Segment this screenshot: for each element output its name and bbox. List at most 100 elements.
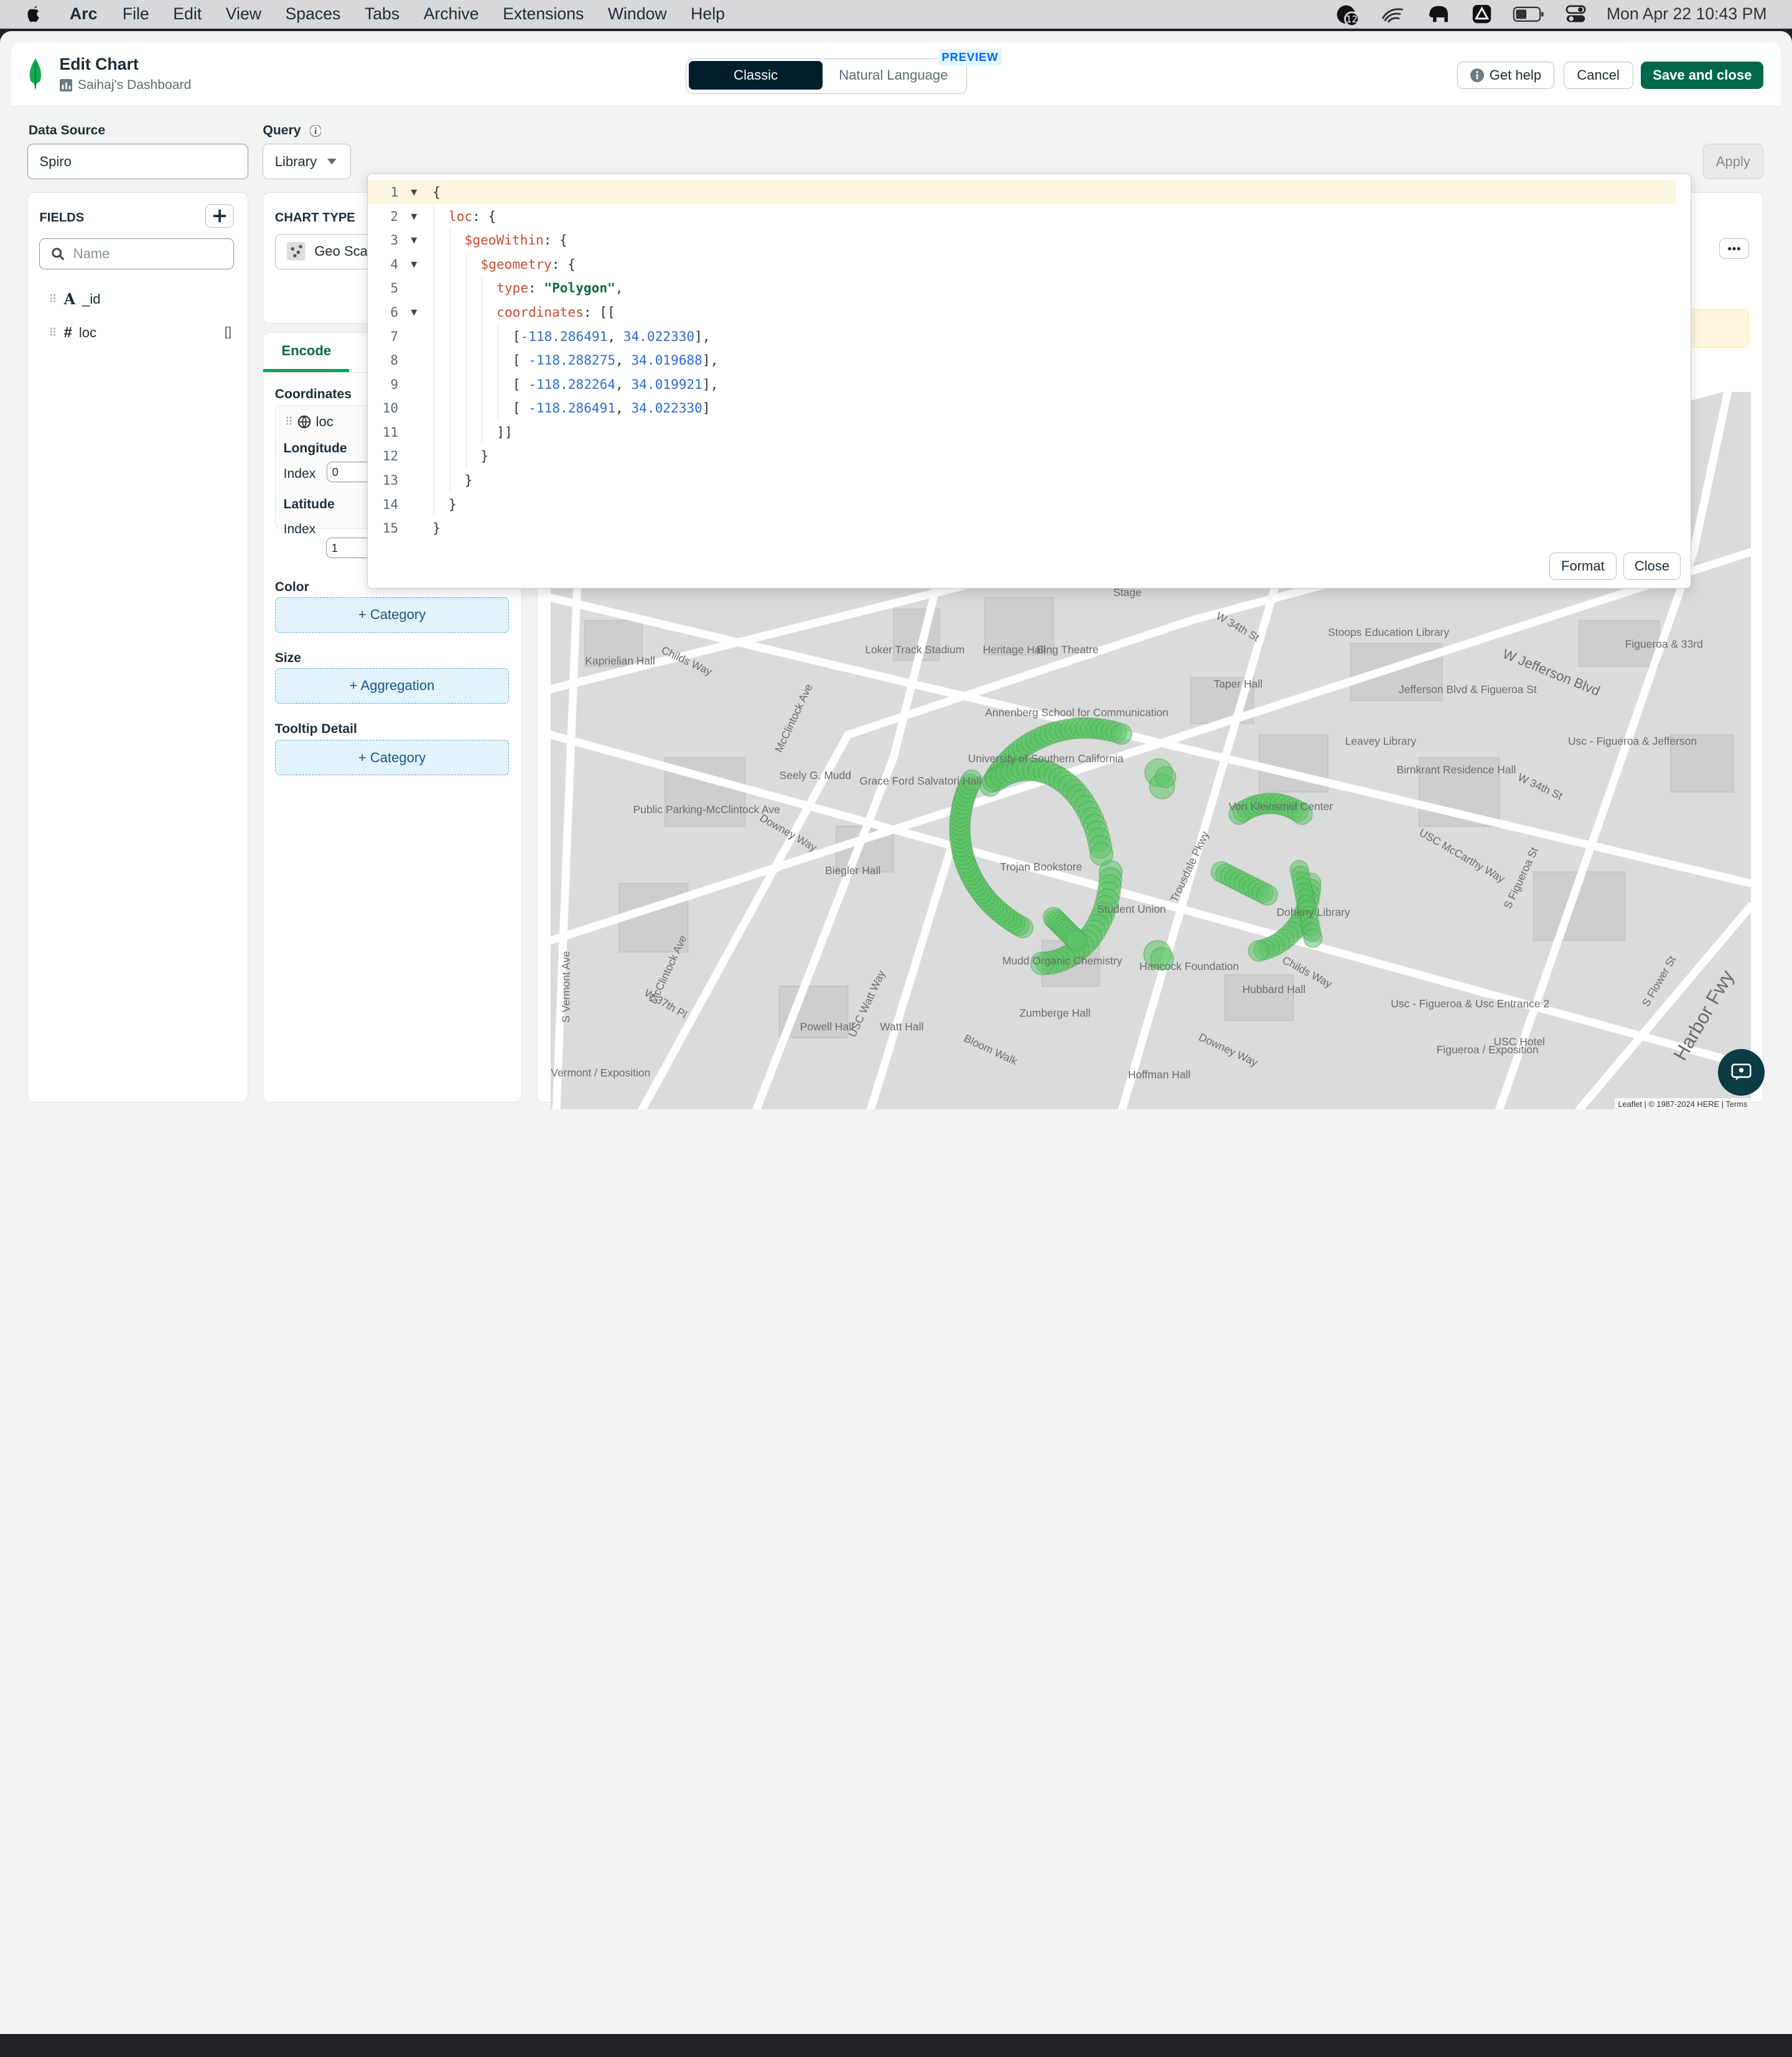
menu-window[interactable]: Window bbox=[608, 4, 667, 24]
add-field-button[interactable] bbox=[205, 203, 234, 228]
array-icon[interactable]: [] bbox=[225, 325, 231, 340]
code-line[interactable]: 3 ▼ $geoWithin: { bbox=[368, 228, 1676, 253]
map-label: Loker Track Stadium bbox=[865, 643, 965, 656]
apple-icon[interactable] bbox=[24, 4, 42, 24]
scatter-point[interactable] bbox=[1065, 930, 1088, 951]
menu-view[interactable]: View bbox=[226, 4, 261, 24]
scatter-point[interactable] bbox=[1155, 766, 1177, 788]
mode-natural-language-tab[interactable]: Natural Language bbox=[823, 61, 964, 90]
indent-guide bbox=[465, 348, 467, 372]
map-label: Hancock Foundation bbox=[1139, 959, 1239, 973]
get-help-button[interactable]: Get help bbox=[1457, 62, 1554, 90]
scatter-point[interactable] bbox=[1248, 940, 1270, 962]
menubar-clock[interactable]: Mon Apr 22 10:43 PM bbox=[1607, 4, 1767, 24]
fold-arrow-icon[interactable]: ▼ bbox=[411, 186, 417, 198]
query-code-editor[interactable]: 1 ▼{2 ▼ loc: {3 ▼ $geoWithin: {4 ▼ $geometry: {… bbox=[366, 174, 1692, 589]
line-number: 14 bbox=[382, 496, 399, 512]
code-text: [ -118.286491, 34.022330] bbox=[513, 400, 711, 416]
code-text: $geoWithin: { bbox=[465, 232, 567, 248]
field-search-input[interactable]: Name bbox=[39, 238, 234, 269]
color-drop-zone[interactable]: + Category bbox=[274, 597, 510, 633]
search-icon bbox=[52, 248, 64, 260]
drag-handle-icon[interactable]: ⠿ bbox=[49, 326, 57, 340]
code-line[interactable]: 6 ▼ coordinates: [[ bbox=[368, 300, 1676, 324]
drag-handle-icon[interactable]: ⠿ bbox=[49, 292, 57, 306]
field-item-id[interactable]: ⠿ A _id bbox=[49, 291, 100, 308]
code-line[interactable]: 4 ▼ $geometry: { bbox=[368, 252, 1676, 276]
size-drop-zone[interactable]: + Aggregation bbox=[274, 668, 510, 704]
drive-icon[interactable] bbox=[1472, 4, 1492, 24]
code-line[interactable]: 12} bbox=[368, 444, 1676, 469]
latitude-label: Latitude bbox=[283, 497, 335, 512]
field-item-loc[interactable]: ⠿ # loc [] bbox=[49, 324, 231, 342]
menu-spaces[interactable]: Spaces bbox=[286, 4, 341, 24]
chart-header: Edit Chart Saihaj's Dashboard Classic Na… bbox=[11, 42, 1781, 106]
scatter-point[interactable] bbox=[1256, 884, 1279, 906]
line-number: 4 bbox=[390, 256, 399, 272]
map-label: Bing Theatre bbox=[1036, 643, 1099, 656]
menu-help[interactable]: Help bbox=[691, 4, 725, 24]
code-token: ]] bbox=[497, 424, 513, 440]
code-line[interactable]: 13} bbox=[368, 468, 1676, 492]
line-number: 10 bbox=[382, 400, 399, 416]
geo-icon bbox=[297, 415, 311, 429]
menu-edit[interactable]: Edit bbox=[173, 4, 202, 24]
line-number: 1 bbox=[390, 184, 399, 200]
chevron-down-icon bbox=[327, 159, 337, 165]
code-line[interactable]: 2 ▼ loc: { bbox=[368, 203, 1676, 228]
code-line[interactable]: 7 [-118.286491, 34.022330], bbox=[368, 324, 1676, 348]
assistant-chat-button[interactable] bbox=[1717, 1049, 1765, 1096]
code-line[interactable]: 9 [ -118.282264, 34.019921], bbox=[368, 371, 1676, 396]
map-label: Powell Hall bbox=[800, 1020, 854, 1033]
format-button[interactable]: Format bbox=[1549, 553, 1617, 581]
tooltip-drop-zone[interactable]: + Category bbox=[274, 740, 510, 776]
control-center-icon[interactable] bbox=[1566, 5, 1586, 23]
code-line[interactable]: 8 [ -118.288275, 34.019688], bbox=[368, 348, 1676, 372]
menu-archive[interactable]: Archive bbox=[424, 4, 479, 24]
menu-app-name[interactable]: Arc bbox=[70, 4, 97, 24]
code-token: 34.022330 bbox=[631, 400, 702, 416]
battery-icon[interactable] bbox=[1513, 6, 1544, 22]
line-number: 6 bbox=[390, 304, 399, 320]
dashboard-breadcrumb[interactable]: Saihaj's Dashboard bbox=[59, 78, 191, 93]
notification-badge-icon[interactable]: 12 bbox=[1335, 3, 1360, 26]
data-source-select[interactable]: Spiro bbox=[27, 144, 248, 180]
fold-arrow-icon[interactable]: ▼ bbox=[411, 258, 417, 270]
menu-tabs[interactable]: Tabs bbox=[365, 4, 399, 24]
menu-file[interactable]: File bbox=[123, 4, 149, 24]
code-text: } bbox=[449, 497, 457, 512]
code-token: , bbox=[615, 376, 632, 392]
drag-handle-icon[interactable]: ⠿ bbox=[284, 415, 292, 429]
elephant-icon[interactable] bbox=[1426, 4, 1451, 24]
mode-classic-tab[interactable]: Classic bbox=[688, 61, 823, 90]
query-mode-select[interactable]: Library bbox=[263, 144, 351, 180]
cancel-button[interactable]: Cancel bbox=[1563, 62, 1633, 90]
cast-icon[interactable] bbox=[1380, 5, 1405, 23]
code-line[interactable]: 1 ▼ { bbox=[367, 180, 1676, 204]
menu-extensions[interactable]: Extensions bbox=[503, 4, 584, 24]
save-and-close-button[interactable]: Save and close bbox=[1641, 62, 1763, 90]
fold-arrow-icon[interactable]: ▼ bbox=[411, 234, 417, 246]
scatter-point[interactable] bbox=[1111, 723, 1132, 745]
more-options-button[interactable] bbox=[1719, 238, 1750, 259]
close-button[interactable]: Close bbox=[1623, 553, 1681, 581]
apply-button[interactable]: Apply bbox=[1702, 144, 1764, 180]
fold-arrow-icon[interactable]: ▼ bbox=[411, 210, 417, 222]
map-attribution[interactable]: Leaflet | © 1987-2024 HERE | Terms bbox=[1614, 1098, 1751, 1110]
code-line[interactable]: 11]] bbox=[368, 420, 1676, 444]
code-token: ], bbox=[702, 352, 719, 368]
code-line[interactable]: 10 [ -118.286491, 34.022330] bbox=[368, 396, 1676, 421]
tab-encode[interactable]: Encode bbox=[263, 333, 350, 372]
map-label: Student Union bbox=[1097, 902, 1166, 915]
chart-type-title: CHART TYPE bbox=[274, 210, 355, 225]
data-source-label: Data Source bbox=[28, 123, 106, 138]
code-line[interactable]: 14} bbox=[368, 492, 1676, 516]
coordinates-field-pill[interactable]: ⠿ loc bbox=[284, 414, 333, 430]
map-label: Hubbard Hall bbox=[1242, 982, 1306, 996]
fold-arrow-icon[interactable]: ▼ bbox=[411, 306, 417, 318]
scatter-point[interactable] bbox=[1303, 928, 1323, 948]
code-line[interactable]: 15} bbox=[368, 516, 1676, 540]
info-icon[interactable] bbox=[310, 125, 322, 137]
code-line[interactable]: 5 type: "Polygon", bbox=[368, 276, 1676, 301]
indent-guide bbox=[465, 324, 467, 348]
